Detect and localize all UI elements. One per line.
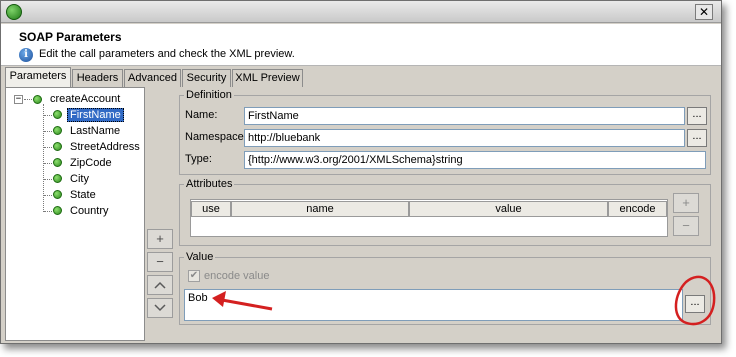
- red-annotation-overlay: [212, 275, 716, 326]
- red-circle-annotation: [674, 275, 716, 326]
- red-arrow-icon: [212, 291, 273, 311]
